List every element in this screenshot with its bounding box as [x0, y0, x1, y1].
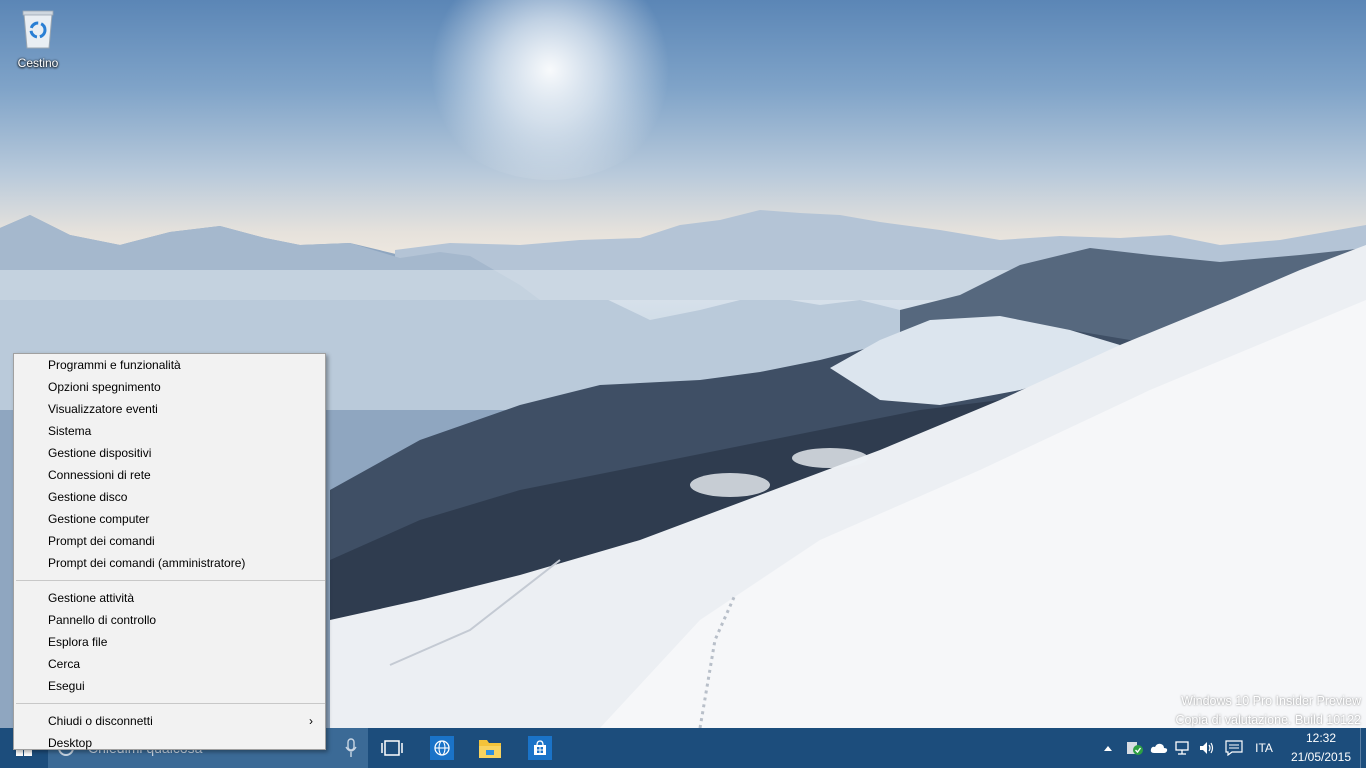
cloud-icon [1150, 743, 1168, 753]
security-shield-icon [1127, 742, 1143, 755]
chevron-right-icon: › [309, 714, 313, 728]
power-user-menu: Programmi e funzionalità Opzioni spegnim… [13, 353, 326, 750]
watermark-line1: Windows 10 Pro Insider Preview [1181, 694, 1361, 708]
menu-item-sistema[interactable]: Sistema [14, 420, 325, 442]
menu-group-system: Gestione attività Pannello di controllo … [14, 587, 325, 697]
task-view-button[interactable] [372, 728, 412, 768]
speaker-icon [1200, 742, 1214, 754]
menu-item-esegui[interactable]: Esegui [14, 675, 325, 697]
menu-item-prompt-comandi-admin[interactable]: Prompt dei comandi (amministratore) [14, 552, 325, 574]
store-button[interactable] [520, 728, 560, 768]
recycle-bin-shortcut[interactable]: Cestino [10, 8, 66, 70]
menu-item-gestione-attivita[interactable]: Gestione attività [14, 587, 325, 609]
menu-group-session: Chiudi o disconnetti › Desktop [14, 710, 325, 754]
clock[interactable]: 12:32 21/05/2015 [1284, 728, 1358, 768]
menu-item-opzioni-spegnimento[interactable]: Opzioni spegnimento [14, 376, 325, 398]
menu-item-chiudi-disconnetti[interactable]: Chiudi o disconnetti › [14, 710, 325, 732]
action-center-button[interactable] [1222, 728, 1246, 768]
menu-item-prompt-comandi[interactable]: Prompt dei comandi [14, 530, 325, 552]
menu-item-gestione-computer[interactable]: Gestione computer [14, 508, 325, 530]
volume-tray-icon[interactable] [1196, 728, 1218, 768]
menu-item-visualizzatore-eventi[interactable]: Visualizzatore eventi [14, 398, 325, 420]
onedrive-tray-icon[interactable] [1148, 728, 1170, 768]
notification-icon [1225, 740, 1243, 756]
chevron-up-icon [1104, 746, 1112, 751]
menu-separator [16, 580, 325, 581]
build-watermark: Windows 10 Pro Insider Preview Copia di … [1175, 692, 1361, 728]
menu-item-gestione-dispositivi[interactable]: Gestione dispositivi [14, 442, 325, 464]
clock-date: 21/05/2015 [1290, 750, 1352, 764]
menu-item-cerca[interactable]: Cerca [14, 653, 325, 675]
clock-time: 12:32 [1305, 731, 1337, 745]
menu-item-chiudi-label: Chiudi o disconnetti [48, 714, 153, 728]
network-icon [1175, 741, 1189, 755]
network-tray-icon[interactable] [1172, 728, 1194, 768]
file-explorer-icon [479, 740, 501, 758]
watermark-line2: Copia di valutazione. Build 10122 [1175, 713, 1361, 727]
menu-item-programmi[interactable]: Programmi e funzionalità [14, 354, 325, 376]
menu-group-tools: Programmi e funzionalità Opzioni spegnim… [14, 354, 325, 574]
input-language-indicator[interactable]: ITA [1250, 728, 1278, 768]
globe-icon [430, 736, 454, 760]
show-desktop-button[interactable] [1360, 728, 1366, 768]
defender-tray-icon[interactable] [1124, 728, 1146, 768]
menu-item-connessioni-rete[interactable]: Connessioni di rete [14, 464, 325, 486]
menu-item-desktop[interactable]: Desktop [14, 732, 325, 754]
recycle-bin-icon [22, 10, 54, 49]
store-icon [528, 736, 552, 760]
file-explorer-button[interactable] [470, 728, 510, 768]
recycle-bin-label: Cestino [17, 56, 59, 70]
menu-item-pannello-controllo[interactable]: Pannello di controllo [14, 609, 325, 631]
menu-item-esplora-file[interactable]: Esplora file [14, 631, 325, 653]
microphone-icon[interactable] [344, 738, 358, 758]
browser-button[interactable] [422, 728, 462, 768]
menu-separator [16, 703, 325, 704]
menu-item-gestione-disco[interactable]: Gestione disco [14, 486, 325, 508]
task-view-icon [381, 740, 403, 756]
show-hidden-icons-button[interactable] [1100, 728, 1116, 768]
